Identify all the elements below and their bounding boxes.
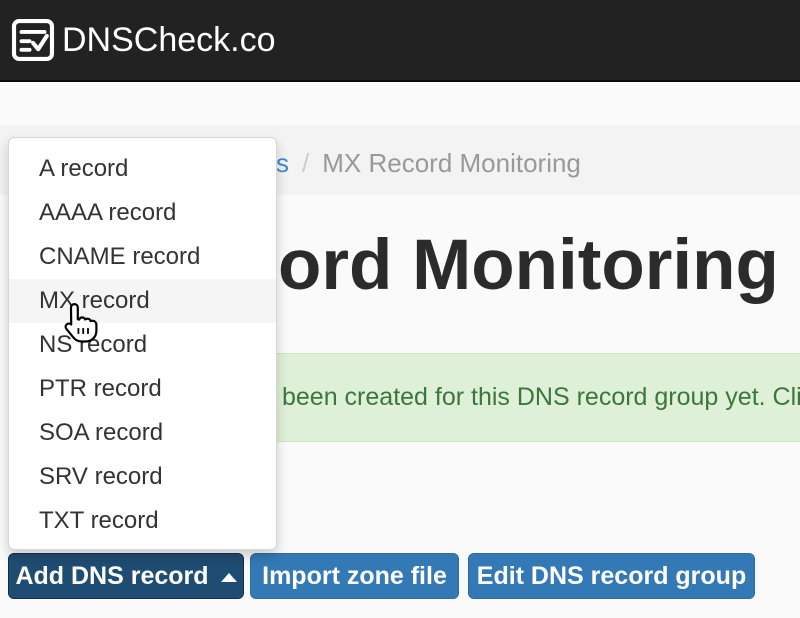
- menu-item-txt-record[interactable]: TXT record: [9, 499, 276, 543]
- menu-item-ptr-record[interactable]: PTR record: [9, 367, 276, 411]
- dropdown-item-list: A record AAAA record CNAME record MX rec…: [9, 147, 276, 543]
- edit-dns-record-group-label: Edit DNS record group: [477, 562, 746, 591]
- menu-item-cname-record[interactable]: CNAME record: [9, 235, 276, 279]
- add-dns-record-label: Add DNS record: [15, 562, 208, 591]
- brand-link[interactable]: DNSCheck.co: [10, 17, 276, 63]
- menu-item-a-record[interactable]: A record: [9, 147, 276, 191]
- menu-item-mx-record[interactable]: MX record: [9, 279, 276, 323]
- add-dns-record-button[interactable]: Add DNS record: [8, 553, 244, 599]
- checklist-logo-icon: [10, 17, 62, 63]
- breadcrumb-separator: /: [302, 148, 309, 178]
- page-title: ord Monitoring: [278, 230, 779, 301]
- import-zone-file-button[interactable]: Import zone file: [250, 553, 459, 599]
- navbar: DNSCheck.co: [0, 0, 800, 82]
- success-alert-text: been created for this DNS record group y…: [282, 383, 800, 412]
- menu-item-aaaa-record[interactable]: AAAA record: [9, 191, 276, 235]
- breadcrumb-parent-link[interactable]: s: [276, 148, 289, 178]
- page: DNSCheck.co s / MX Record Monitoring ord M…: [0, 0, 800, 618]
- add-record-dropdown-menu: A record AAAA record CNAME record MX rec…: [8, 137, 277, 550]
- menu-item-soa-record[interactable]: SOA record: [9, 411, 276, 455]
- edit-dns-record-group-button[interactable]: Edit DNS record group: [468, 553, 755, 599]
- brand-title: DNSCheck.co: [62, 21, 276, 60]
- import-zone-file-label: Import zone file: [262, 562, 447, 591]
- breadcrumb: s / MX Record Monitoring: [276, 148, 581, 179]
- breadcrumb-current: MX Record Monitoring: [322, 148, 581, 178]
- menu-item-srv-record[interactable]: SRV record: [9, 455, 276, 499]
- caret-up-icon: [221, 573, 237, 582]
- menu-item-ns-record[interactable]: NS record: [9, 323, 276, 367]
